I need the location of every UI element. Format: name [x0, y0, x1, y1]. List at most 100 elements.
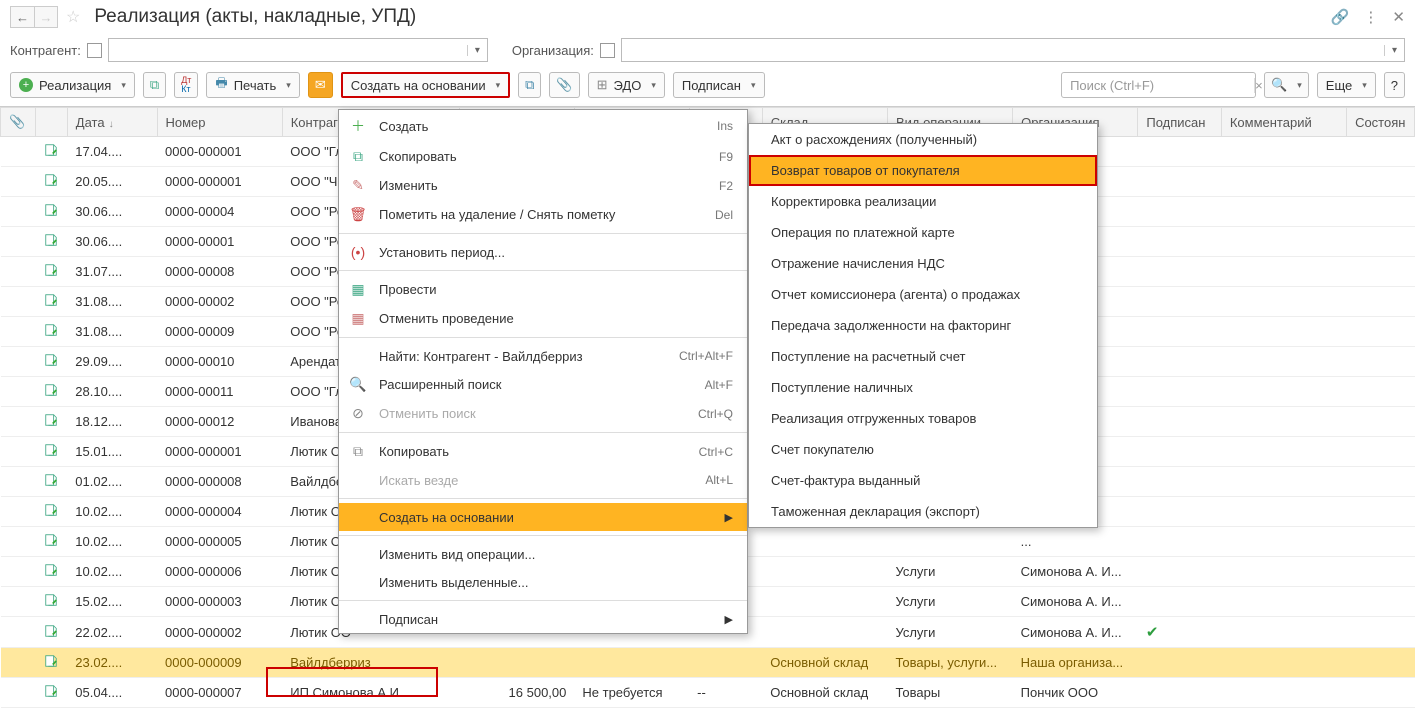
submenu-create-based-on: Акт о расхождениях (полученный)Возврат т… [748, 123, 1098, 528]
context-item[interactable]: ▦Провести [339, 275, 747, 304]
context-item[interactable]: Изменить выделенные... [339, 568, 747, 596]
context-item[interactable]: ⧉КопироватьCtrl+C [339, 437, 747, 466]
context-item[interactable]: 🔍Расширенный поискAlt+F [339, 370, 747, 399]
context-item[interactable]: (•)Установить период... [339, 238, 747, 266]
document-icon [44, 563, 58, 577]
contragent-label: Контрагент: [10, 43, 81, 58]
context-item[interactable]: Изменить вид операции... [339, 540, 747, 568]
help-button[interactable]: ? [1384, 72, 1405, 98]
more-button[interactable]: Еще▾ [1317, 72, 1376, 98]
menu-shortcut: F9 [719, 150, 733, 164]
close-icon[interactable]: ✕ [1392, 8, 1405, 26]
signed-button[interactable]: Подписан ▾ [673, 72, 765, 98]
cell-signed [1138, 527, 1221, 557]
dtkt-button[interactable]: ДтКт [174, 72, 198, 98]
submenu-item[interactable]: Корректировка реализации [749, 186, 1097, 217]
org-combo[interactable]: ▾ [621, 38, 1405, 62]
menu-label: Скопировать [379, 149, 707, 164]
link-icon[interactable]: 🔗 [1331, 8, 1350, 26]
edo-button[interactable]: ⊞ ЭДО ▾ [588, 72, 665, 98]
cell-sum [460, 648, 575, 678]
cell-signed [1138, 137, 1221, 167]
menu-label: Подписан [379, 612, 713, 627]
copy-doc-button[interactable]: ⧉ [143, 72, 166, 98]
cell-date: 15.02.... [67, 587, 157, 617]
dtkt-icon: ДтКт [181, 76, 191, 94]
menu-icon: ✎ [349, 177, 367, 194]
col-docicon[interactable] [36, 108, 67, 137]
cell-signed [1138, 377, 1221, 407]
context-item[interactable]: Найти: Контрагент - ВайлдберризCtrl+Alt+… [339, 342, 747, 370]
document-icon [44, 263, 58, 277]
table-row[interactable]: 05.04....0000-000007ИП Симонова А.И.16 5… [1, 678, 1415, 708]
menu-label: Искать везде [379, 473, 693, 488]
col-date-label: Дата [76, 115, 105, 130]
context-item[interactable]: 🗑Пометить на удаление / Снять пометкуDel [339, 200, 747, 229]
col-date[interactable]: Дата↓ [67, 108, 157, 137]
col-signed[interactable]: Подписан [1138, 108, 1221, 137]
context-item[interactable]: ▦Отменить проведение [339, 304, 747, 333]
favorite-icon[interactable]: ☆ [66, 7, 80, 27]
search-box[interactable]: × [1061, 72, 1256, 98]
submenu-item[interactable]: Счет покупателю [749, 434, 1097, 465]
cell-signed [1138, 317, 1221, 347]
document-icon [44, 533, 58, 547]
forward-button[interactable]: → [34, 6, 58, 28]
document-icon [44, 473, 58, 487]
structure-button[interactable]: ⧉ [518, 72, 541, 98]
document-icon [44, 233, 58, 247]
context-item[interactable]: Создать на основании▶ [339, 503, 747, 531]
submenu-item[interactable]: Акт о расхождениях (полученный) [749, 124, 1097, 155]
submenu-item[interactable]: Передача задолженности на факторинг [749, 310, 1097, 341]
cell-date: 10.02.... [67, 527, 157, 557]
col-state[interactable]: Состоян [1347, 108, 1415, 137]
signed-label: Подписан [682, 78, 741, 93]
back-button[interactable]: ← [10, 6, 34, 28]
menu-shortcut: F2 [719, 179, 733, 193]
submenu-item[interactable]: Возврат товаров от покупателя [749, 155, 1097, 186]
document-icon [44, 383, 58, 397]
menu-shortcut: Ctrl+C [699, 445, 733, 459]
menu-icon: (•) [349, 244, 367, 260]
search-clear[interactable]: × [1254, 78, 1263, 93]
realizatsiya-button[interactable]: + Реализация ▾ [10, 72, 135, 98]
cell-number: 0000-00001 [157, 227, 282, 257]
cell-nds [689, 648, 762, 678]
cell-org: ... [1013, 527, 1138, 557]
search-input[interactable] [1062, 78, 1254, 93]
col-attachment[interactable]: 📎 [1, 108, 36, 137]
contragent-combo[interactable]: ▾ [108, 38, 488, 62]
col-number[interactable]: Номер [157, 108, 282, 137]
attach-button[interactable]: 📎 [549, 72, 579, 98]
col-comment[interactable]: Комментарий [1221, 108, 1346, 137]
document-icon [44, 143, 58, 157]
submenu-item[interactable]: Поступление на расчетный счет [749, 341, 1097, 372]
submenu-item[interactable]: Отчет комиссионера (агента) о продажах [749, 279, 1097, 310]
org-checkbox[interactable] [600, 43, 615, 58]
print-button[interactable]: 🖶 Печать ▾ [206, 72, 299, 98]
menu-icon: 🔍 [349, 376, 367, 393]
submenu-item[interactable]: Счет-фактура выданный [749, 465, 1097, 496]
context-item[interactable]: ✎ИзменитьF2 [339, 171, 747, 200]
submenu-item[interactable]: Поступление наличных [749, 372, 1097, 403]
search-button[interactable]: 🔍▾ [1264, 72, 1309, 98]
cell-signed [1138, 197, 1221, 227]
submenu-item[interactable]: Операция по платежной карте [749, 217, 1097, 248]
print-label: Печать [234, 78, 277, 93]
mail-button[interactable]: ✉ [308, 72, 333, 98]
submenu-item[interactable]: Отражение начисления НДС [749, 248, 1097, 279]
cell-contragent: ИП Симонова А.И. [282, 678, 459, 708]
create-based-on-button[interactable]: Создать на основании ▾ [341, 72, 510, 98]
context-item[interactable]: Подписан▶ [339, 605, 747, 633]
context-item[interactable]: ⧉СкопироватьF9 [339, 142, 747, 171]
paperclip-icon: 📎 [9, 114, 25, 129]
submenu-item[interactable]: Таможенная декларация (экспорт) [749, 496, 1097, 527]
submenu-item[interactable]: Реализация отгруженных товаров [749, 403, 1097, 434]
more-icon[interactable]: ⋮ [1363, 8, 1378, 26]
cell-number: 0000-000002 [157, 617, 282, 648]
cell-date: 05.04.... [67, 678, 157, 708]
context-item[interactable]: ＋СоздатьIns [339, 110, 747, 142]
contragent-checkbox[interactable] [87, 43, 102, 58]
search-icon: 🔍 [1271, 77, 1287, 93]
table-row[interactable]: 23.02....0000-000009ВайлдберризОсновной … [1, 648, 1415, 678]
